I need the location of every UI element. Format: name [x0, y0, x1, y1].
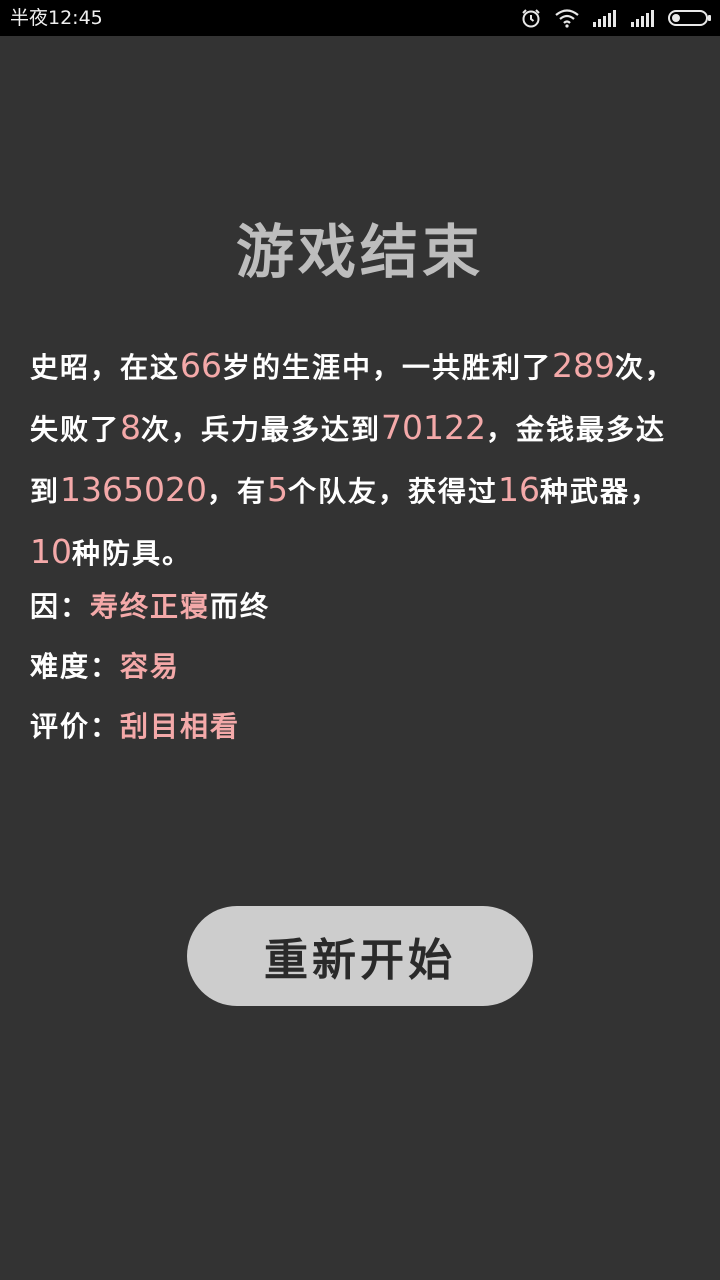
armors-value: 10	[30, 532, 72, 571]
signal-icon	[593, 10, 616, 27]
restart-button[interactable]: 重新开始	[187, 906, 533, 1006]
wifi-icon	[555, 9, 579, 28]
difficulty-label: 难度：	[30, 650, 121, 683]
summary-text: 种武器，	[540, 475, 661, 508]
battery-icon	[668, 10, 711, 26]
age-value: 66	[180, 346, 223, 385]
death-cause-value: 寿终正寝	[90, 590, 211, 623]
summary-text: 岁的生涯中，一共胜利了	[222, 351, 553, 384]
alarm-icon	[522, 9, 540, 28]
summary-text: 个队友，获得过	[288, 475, 499, 508]
max-troops-value: 70122	[381, 408, 487, 447]
difficulty-line: 难度：容易	[30, 637, 690, 697]
death-cause-line: 因：寿终正寝而终	[30, 577, 690, 637]
losses-value: 8	[120, 408, 142, 447]
death-cause-label: 因：	[30, 590, 91, 623]
wins-value: 289	[552, 346, 616, 385]
summary-text: 史昭，在这	[30, 351, 181, 384]
teammates-value: 5	[267, 470, 289, 509]
status-bar: 半夜12:45	[0, 0, 720, 36]
summary-text: 次，兵力最多达到	[141, 413, 382, 446]
difficulty-value: 容易	[120, 650, 181, 683]
career-summary: 史昭，在这66岁的生涯中，一共胜利了289次，失败了8次，兵力最多达到70122…	[30, 336, 690, 584]
signal-icon	[631, 10, 654, 27]
death-cause-suffix: 而终	[210, 590, 271, 623]
rating-line: 评价：刮目相看	[30, 697, 690, 757]
rating-label: 评价：	[30, 710, 121, 743]
summary-text: 种防具。	[72, 537, 193, 570]
rating-value: 刮目相看	[120, 710, 241, 743]
game-over-title: 游戏结束	[235, 218, 484, 286]
max-money-value: 1365020	[60, 470, 207, 509]
summary-text: ，有	[207, 475, 268, 508]
weapons-value: 16	[498, 470, 541, 509]
status-icons	[520, 0, 712, 36]
status-time: 半夜12:45	[10, 7, 103, 29]
